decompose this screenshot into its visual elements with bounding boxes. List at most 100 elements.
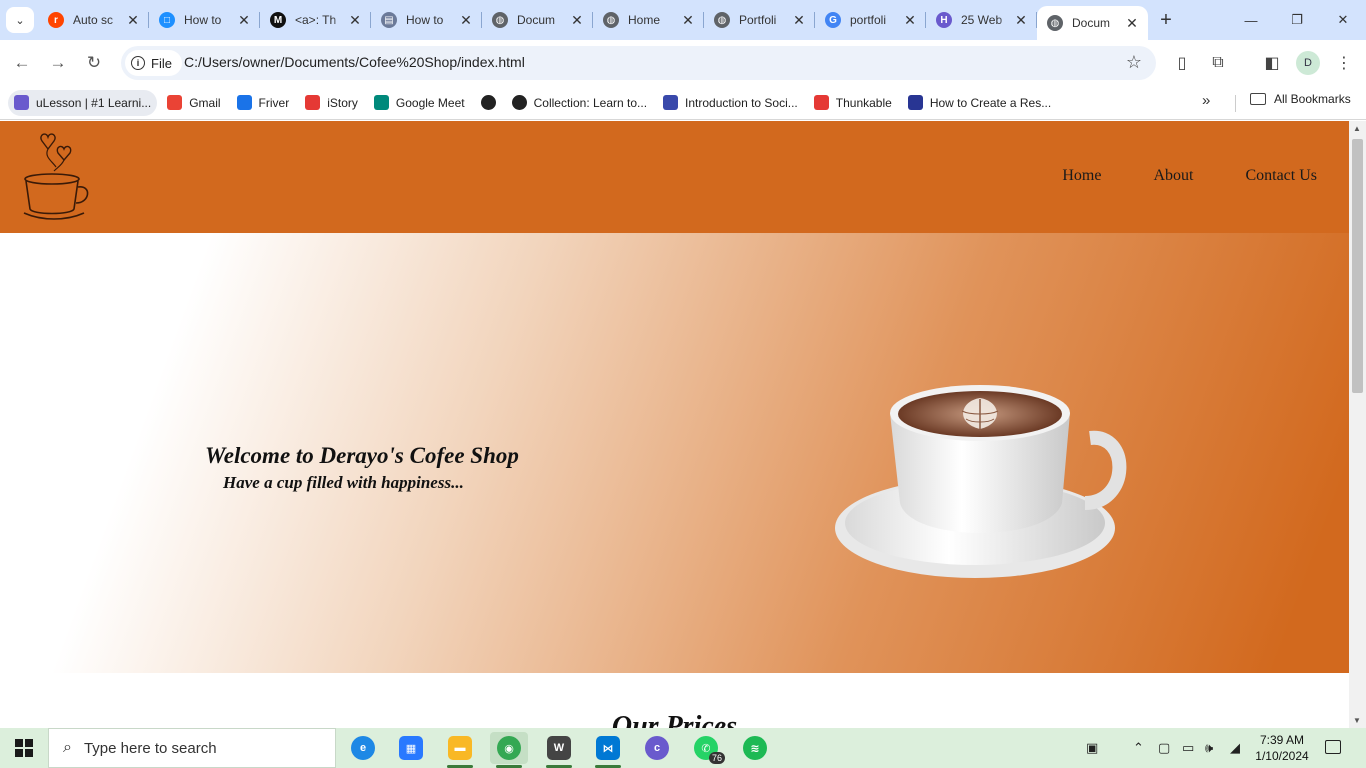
bookmark-item[interactable]: iStory [299, 90, 364, 116]
mdn-icon: M [270, 12, 286, 28]
taskbar-copilot[interactable]: c [638, 732, 676, 764]
scrollbar-thumb[interactable] [1352, 139, 1363, 393]
page-scrollbar[interactable]: ▲ ▼ [1349, 121, 1366, 728]
nav-about-link[interactable]: About [1153, 167, 1193, 185]
all-bookmarks-button[interactable]: All Bookmarks [1250, 92, 1351, 106]
browser-tab[interactable]: ◍ Docum ✕ [482, 0, 593, 40]
close-icon[interactable]: ✕ [347, 12, 363, 29]
taskbar-chrome[interactable]: ◉ [490, 732, 528, 768]
browser-tab[interactable]: ▤ How to ✕ [371, 0, 482, 40]
browser-tab[interactable]: ◍ Portfoli ✕ [704, 0, 815, 40]
url-text[interactable]: C:/Users/owner/Documents/Cofee%20Shop/in… [184, 54, 525, 70]
profile-avatar[interactable]: D [1296, 51, 1320, 75]
crest-icon [663, 95, 679, 110]
istory-icon [305, 95, 321, 110]
browser-tab[interactable]: ◍ Home ✕ [593, 0, 704, 40]
restore-button[interactable]: ❐ [1274, 0, 1320, 40]
more-bookmarks-icon[interactable]: » [1202, 92, 1210, 109]
reload-button[interactable]: ↻ [80, 49, 108, 77]
close-icon: ✕ [1337, 12, 1349, 27]
nav-home-link[interactable]: Home [1062, 167, 1101, 185]
close-icon[interactable]: ✕ [236, 12, 252, 29]
site-info-chip[interactable]: i File [125, 50, 182, 76]
side-panel-reader-icon[interactable]: ▯ [1170, 51, 1194, 75]
close-window-button[interactable]: ✕ [1320, 0, 1366, 40]
volume-icon[interactable]: 🕪 [1205, 740, 1213, 756]
browser-tab[interactable]: ◍ Docum ✕ [1037, 6, 1148, 40]
bookmark-item[interactable]: How to Create a Res... [902, 90, 1057, 116]
bookmark-star-icon[interactable]: ☆ [1126, 52, 1142, 73]
google-icon: G [825, 12, 841, 28]
taskbar-search[interactable]: ⌕ Type here to search [48, 728, 336, 768]
github-icon [511, 95, 527, 110]
close-icon[interactable]: ✕ [569, 12, 585, 29]
gmail-icon [167, 95, 183, 110]
close-icon[interactable]: ✕ [1013, 12, 1029, 29]
bookmark-item[interactable] [475, 90, 502, 116]
copilot-icon: c [645, 736, 669, 760]
globe-icon: ◍ [714, 12, 730, 28]
close-icon[interactable]: ✕ [458, 12, 474, 29]
close-icon[interactable]: ✕ [902, 12, 918, 29]
browser-tab[interactable]: H 25 Web ✕ [926, 0, 1037, 40]
bookmark-item[interactable]: uLesson | #1 Learni... [8, 89, 158, 116]
address-bar[interactable]: i File C:/Users/owner/Documents/Cofee%20… [121, 46, 1156, 80]
store-icon: ▦ [399, 736, 423, 760]
bookmark-label: Gmail [189, 95, 221, 110]
news-icon[interactable]: ▣ [1086, 740, 1098, 756]
battery-icon[interactable]: ▭ [1182, 740, 1194, 756]
taskbar-edge[interactable]: e [344, 732, 382, 764]
browser-tab[interactable]: Gportfoli ✕ [815, 0, 926, 40]
taskbar-spotify[interactable]: ≋ [736, 732, 774, 764]
bookmark-item[interactable]: Thunkable [808, 90, 898, 116]
close-icon[interactable]: ✕ [125, 12, 141, 29]
info-icon: i [131, 56, 145, 70]
coffee-cup-logo [23, 133, 89, 220]
windows-logo-icon [15, 739, 33, 757]
bookmark-item[interactable]: Collection: Learn to... [506, 90, 653, 116]
minimize-button[interactable]: — [1228, 0, 1274, 40]
network-icon[interactable]: ◢ [1230, 740, 1240, 756]
taskbar-whatsapp[interactable]: ✆ 76 [687, 732, 725, 764]
taskbar-app-w[interactable]: W [540, 732, 578, 768]
taskbar-explorer[interactable]: ▬ [441, 732, 479, 768]
kebab-menu-icon[interactable]: ⋮ [1332, 51, 1356, 75]
bookmark-item[interactable]: Google Meet [368, 90, 471, 116]
new-tab-button[interactable]: + [1148, 0, 1184, 40]
scroll-up-icon[interactable]: ▲ [1353, 124, 1361, 133]
browser-tab-strip: ⌄ r Auto sc ✕ □ How to ✕ M <a>: Th ✕ ▤ How to ✕ ◍ Doc… [0, 0, 1366, 40]
chrome-icon: ◉ [497, 736, 521, 760]
close-icon[interactable]: ✕ [1124, 15, 1140, 32]
chevron-down-icon: ⌄ [15, 14, 25, 27]
start-button[interactable] [0, 728, 48, 768]
book-icon: ▤ [381, 12, 397, 28]
chevron-up-icon[interactable]: ⌃ [1133, 740, 1144, 756]
site-nav: Home About Contact Us [1010, 167, 1317, 185]
bookmark-item[interactable]: Friver [231, 90, 296, 116]
scroll-down-icon[interactable]: ▼ [1353, 716, 1361, 725]
taskbar-vscode[interactable]: ⋈ [589, 732, 627, 768]
extensions-icon[interactable]: ⧉ [1206, 51, 1230, 75]
meet-now-icon[interactable]: ▢ [1158, 740, 1170, 756]
page-icon: □ [159, 12, 175, 28]
taskbar-store[interactable]: ▦ [392, 732, 430, 764]
tab-title: Home [628, 13, 661, 27]
tab-title: How to [406, 13, 444, 27]
browser-tab[interactable]: □ How to ✕ [149, 0, 260, 40]
close-icon[interactable]: ✕ [680, 12, 696, 29]
browser-tab[interactable]: r Auto sc ✕ [38, 0, 149, 40]
tab-list: r Auto sc ✕ □ How to ✕ M <a>: Th ✕ ▤ How to ✕ ◍ Docum… [38, 0, 1184, 40]
taskbar-clock[interactable]: 7:39 AM 1/10/2024 [1252, 732, 1312, 764]
forward-button[interactable]: → [44, 49, 72, 77]
app-w-icon: W [547, 736, 571, 760]
nav-contact-link[interactable]: Contact Us [1245, 167, 1317, 185]
browser-tab[interactable]: M <a>: Th ✕ [260, 0, 371, 40]
bookmark-label: uLesson | #1 Learni... [36, 95, 152, 110]
bookmark-item[interactable]: Gmail [161, 90, 226, 116]
back-button[interactable]: ← [8, 49, 36, 77]
notification-icon[interactable] [1325, 740, 1341, 754]
close-icon[interactable]: ✕ [791, 12, 807, 29]
side-panel-icon[interactable]: ◧ [1260, 51, 1284, 75]
bookmark-item[interactable]: Introduction to Soci... [657, 90, 804, 116]
tab-search-button[interactable]: ⌄ [6, 7, 34, 33]
